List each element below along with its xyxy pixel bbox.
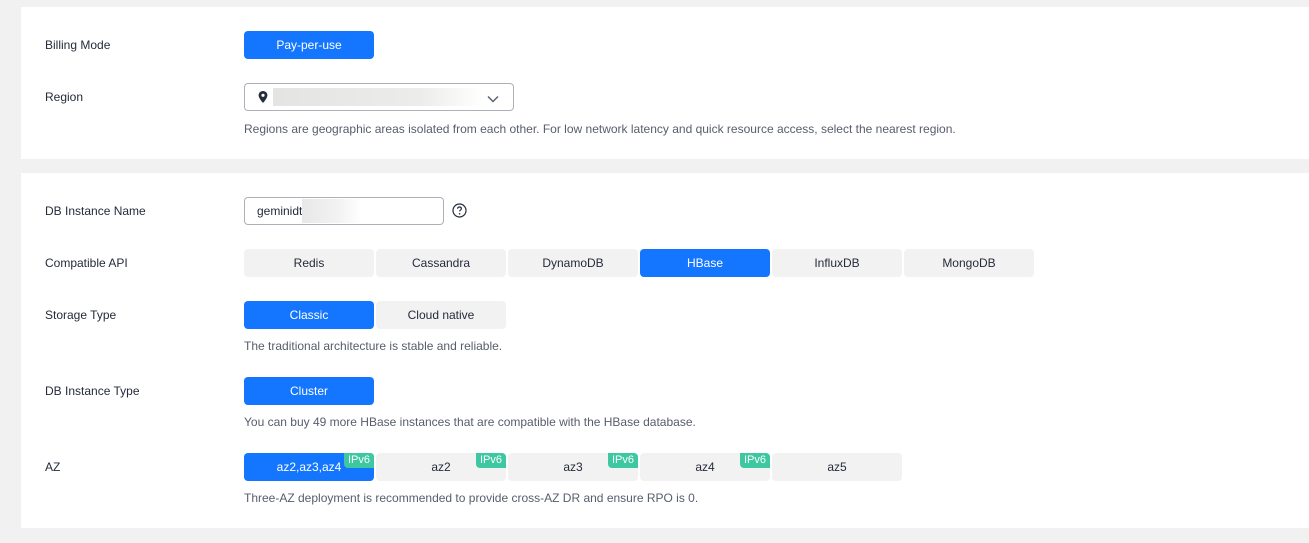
cluster-button[interactable]: Cluster [244, 377, 374, 405]
api-option-mongodb[interactable]: MongoDB [904, 249, 1034, 277]
az-selector: az2,az3,az4 IPv6 az2 IPv6 az3 IPv6 az4 I… [244, 453, 902, 481]
region-select[interactable] [244, 83, 514, 111]
storage-type-hint: The traditional architecture is stable a… [244, 339, 503, 353]
az-option-label: az4 [695, 460, 715, 474]
az-option-label: az2 [431, 460, 451, 474]
storage-option-classic[interactable]: Classic [244, 301, 374, 329]
instance-type-label: DB Instance Type [45, 384, 140, 398]
ipv6-badge: IPv6 [739, 453, 770, 468]
instance-config-card: DB Instance Name geminidt Compatible API… [21, 173, 1309, 528]
az-hint: Three-AZ deployment is recommended to pr… [244, 491, 699, 505]
storage-option-cloud-native[interactable]: Cloud native [376, 301, 506, 329]
ipv6-badge: IPv6 [343, 453, 374, 468]
instance-name-value: geminidt [257, 204, 303, 218]
compatible-api-label: Compatible API [45, 256, 128, 270]
ipv6-badge: IPv6 [607, 453, 638, 468]
location-pin-icon [258, 91, 268, 106]
storage-type-label: Storage Type [45, 308, 117, 322]
api-option-influxdb[interactable]: InfluxDB [772, 249, 902, 277]
az-option-az2[interactable]: az2 IPv6 [376, 453, 506, 481]
az-label: AZ [45, 460, 61, 474]
instance-type-hint: You can buy 49 more HBase instances that… [244, 415, 696, 429]
region-label: Region [45, 90, 84, 104]
region-hint: Regions are geographic areas isolated fr… [244, 122, 956, 136]
az-option-az2-az3-az4[interactable]: az2,az3,az4 IPv6 [244, 453, 374, 481]
pay-per-use-button[interactable]: Pay-per-use [244, 31, 374, 59]
region-value-redacted [273, 88, 483, 106]
chevron-down-icon [487, 92, 499, 106]
az-option-label: az2,az3,az4 [276, 460, 342, 474]
az-option-label: az5 [827, 460, 847, 474]
billing-mode-label: Billing Mode [45, 38, 111, 52]
api-option-cassandra[interactable]: Cassandra [376, 249, 506, 277]
help-icon[interactable] [452, 203, 467, 221]
az-option-az3[interactable]: az3 IPv6 [508, 453, 638, 481]
api-option-redis[interactable]: Redis [244, 249, 374, 277]
billing-region-card: Billing Mode Pay-per-use Region Regions … [21, 7, 1309, 159]
instance-name-label: DB Instance Name [45, 204, 146, 218]
compatible-api-selector: Redis Cassandra DynamoDB HBase InfluxDB … [244, 249, 1034, 277]
api-option-hbase[interactable]: HBase [640, 249, 770, 277]
api-option-dynamodb[interactable]: DynamoDB [508, 249, 638, 277]
az-option-label: az3 [563, 460, 583, 474]
instance-name-redacted [302, 199, 362, 223]
ipv6-badge: IPv6 [475, 453, 506, 468]
storage-type-selector: Classic Cloud native [244, 301, 506, 329]
az-option-az5[interactable]: az5 [772, 453, 902, 481]
instance-name-input[interactable]: geminidt [244, 197, 444, 225]
az-option-az4[interactable]: az4 IPv6 [640, 453, 770, 481]
